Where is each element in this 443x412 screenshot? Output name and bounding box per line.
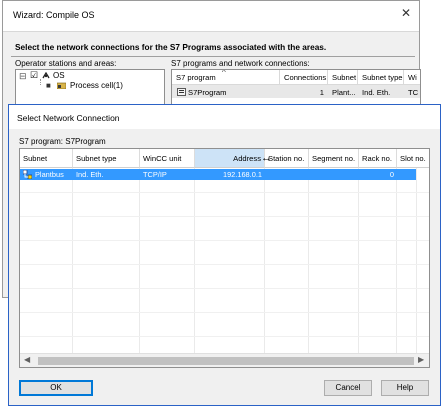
network-connection-grid: Subnet Subnet type WinCC unit Address St… bbox=[19, 148, 430, 368]
folder-icon bbox=[56, 82, 67, 90]
network-node-icon bbox=[22, 169, 33, 180]
cell-rack-no: 0 bbox=[389, 170, 394, 179]
s7-program-caption: S7 program: S7Program bbox=[19, 137, 106, 146]
column-header-slot-no[interactable]: Slot no. bbox=[397, 149, 429, 168]
dialog-title: Select Network Connection bbox=[17, 113, 120, 123]
column-header-wincc-unit[interactable]: WinCC unit bbox=[140, 149, 195, 168]
cell-subnet-type: Ind. Eth. bbox=[76, 170, 104, 179]
row-gridline bbox=[20, 192, 429, 193]
cell-address: 192.168.0.1 bbox=[222, 170, 262, 179]
scroll-left-icon[interactable]: ◀ bbox=[24, 355, 30, 364]
dialog-title-bar: Select Network Connection bbox=[9, 105, 440, 129]
column-header-address[interactable]: Address bbox=[195, 149, 265, 168]
cell-station-no bbox=[265, 169, 309, 180]
wizard-title-bar: Wizard: Compile OS ✕ bbox=[3, 1, 419, 31]
column-gridline bbox=[264, 168, 265, 354]
cell-s7-program: S7Program bbox=[188, 88, 227, 97]
wizard-title: Wizard: Compile OS bbox=[13, 10, 95, 20]
column-header-subnet-type[interactable]: Subnet type bbox=[73, 149, 140, 168]
cell-subnet: Plant... bbox=[332, 88, 356, 97]
operator-stations-label: Operator stations and areas: bbox=[15, 59, 117, 68]
ok-button[interactable]: OK bbox=[19, 380, 93, 396]
heading-divider bbox=[11, 56, 415, 57]
tree-connector bbox=[40, 79, 41, 85]
horizontal-scrollbar[interactable]: ◀ ▶ bbox=[20, 353, 429, 367]
cell-segment-no bbox=[309, 169, 359, 180]
scroll-right-icon[interactable]: ▶ bbox=[418, 355, 424, 364]
column-gridline bbox=[194, 168, 195, 354]
column-gridline bbox=[72, 168, 73, 354]
column-gridline bbox=[396, 168, 397, 354]
cancel-button[interactable]: Cancel bbox=[324, 380, 372, 396]
cell-slot-no: 3 bbox=[422, 170, 427, 179]
column-gridline bbox=[416, 168, 417, 354]
column-gridline bbox=[139, 168, 140, 354]
cell-wincc: TC bbox=[408, 88, 419, 97]
column-header-segment-no[interactable]: Segment no. bbox=[309, 149, 359, 168]
cell-wincc-unit: TCP/IP bbox=[143, 170, 167, 179]
row-gridline bbox=[20, 336, 429, 337]
help-button[interactable]: Help bbox=[381, 380, 429, 396]
column-header-subnet[interactable]: Subnet bbox=[20, 149, 73, 168]
cell-connections: 1 bbox=[319, 88, 324, 97]
close-icon[interactable]: ✕ bbox=[401, 6, 411, 20]
row-gridline bbox=[20, 240, 429, 241]
column-gridline bbox=[358, 168, 359, 354]
title-separator bbox=[3, 31, 419, 32]
column-header-subnet-type[interactable]: Subnet type bbox=[358, 70, 404, 85]
cell-subnet: Plantbus bbox=[35, 170, 64, 179]
select-network-connection-dialog: Select Network Connection S7 program: S7… bbox=[8, 104, 441, 406]
column-header-rack-no[interactable]: Rack no. bbox=[359, 149, 397, 168]
column-header-subnet[interactable]: Subnet bbox=[328, 70, 358, 85]
wizard-heading: Select the network connections for the S… bbox=[15, 42, 327, 52]
tree-item-os-label[interactable]: OS bbox=[53, 71, 65, 80]
row-gridline bbox=[20, 264, 429, 265]
s7-programs-label: S7 programs and network connections: bbox=[171, 59, 310, 68]
os-station-icon bbox=[42, 71, 50, 79]
column-header-s7-program[interactable]: S7 program bbox=[172, 70, 280, 85]
column-header-connections[interactable]: Connections bbox=[280, 70, 328, 85]
column-header-wincc[interactable]: Wi bbox=[404, 70, 420, 85]
cell-subnet-type: Ind. Eth. bbox=[362, 88, 391, 97]
row-gridline bbox=[20, 312, 429, 313]
tree-item-process-cell[interactable]: Process cell(1) bbox=[70, 81, 123, 90]
column-gridline bbox=[308, 168, 309, 354]
column-resize-cursor-icon: ↔ bbox=[261, 152, 272, 164]
row-gridline bbox=[20, 288, 429, 289]
os-checkbox[interactable]: ☑ bbox=[30, 70, 38, 81]
process-cell-checkbox[interactable]: ■ bbox=[46, 81, 51, 90]
collapse-icon[interactable]: ⊟ bbox=[19, 71, 27, 82]
row-gridline bbox=[20, 216, 429, 217]
scrollbar-thumb[interactable] bbox=[38, 357, 414, 365]
